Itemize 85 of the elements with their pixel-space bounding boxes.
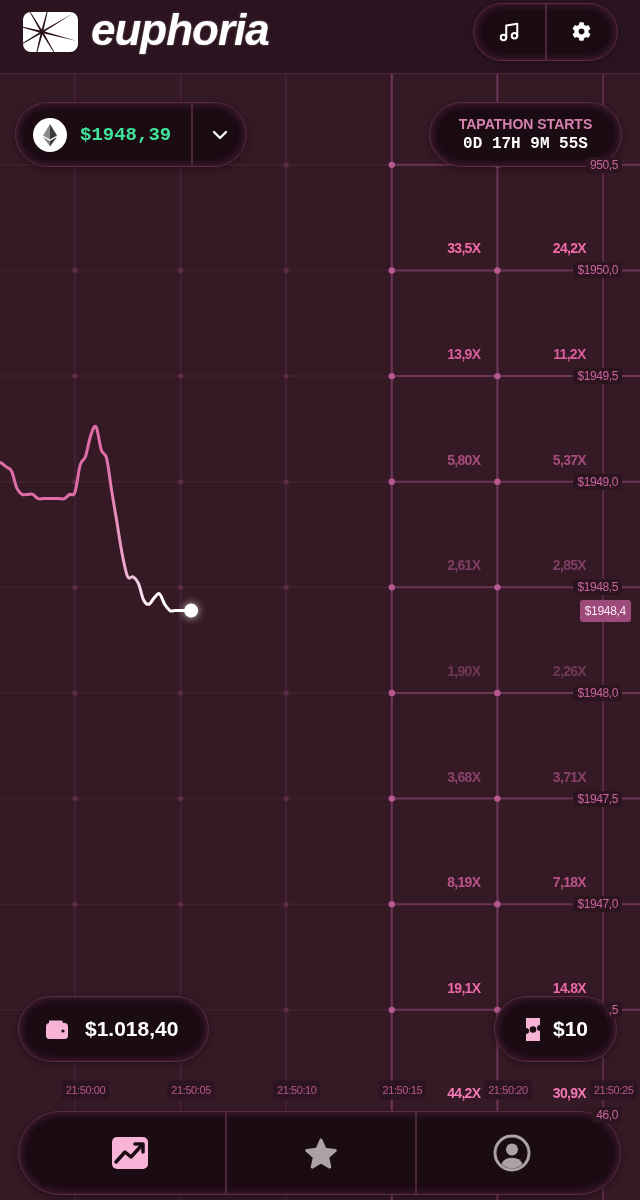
asset-price-button[interactable]: $1948,39	[16, 103, 191, 166]
wallet-button[interactable]: $1.018,40	[18, 996, 209, 1062]
grid-dot	[177, 796, 184, 802]
multiplier-label[interactable]: 8,19X	[447, 874, 481, 891]
grid-dot	[72, 796, 78, 802]
multiplier-label[interactable]: 3,71X	[552, 768, 586, 785]
price-axis-label: $1947,5	[573, 790, 622, 807]
grid-dot	[283, 267, 289, 274]
grid-dot	[283, 690, 289, 696]
price-axis-label: $1949,5	[573, 368, 622, 385]
grid-dot	[388, 795, 395, 802]
price-axis-label: $1949,0	[573, 473, 622, 490]
multiplier-label[interactable]: 3,68X	[447, 768, 481, 785]
grid-dot	[177, 690, 184, 696]
grid-dot	[388, 901, 395, 908]
logo-text: euphoria	[91, 7, 269, 56]
grid-dot	[494, 267, 501, 274]
grid-dot	[388, 372, 395, 380]
grid-dot	[388, 161, 395, 169]
time-axis-label: 21:50:10	[272, 1080, 321, 1100]
grid-dot	[72, 584, 78, 590]
multiplier-label[interactable]: 19,1X	[447, 979, 481, 996]
time-axis-label: 21:50:20	[484, 1080, 532, 1100]
grid-dot	[283, 479, 289, 485]
grid-dot	[494, 901, 501, 908]
grid-dot	[177, 584, 184, 590]
price-axis-label: $1948,5	[573, 579, 622, 596]
grid-dot	[177, 479, 184, 485]
multiplier-label[interactable]: 13,9X	[447, 346, 481, 363]
grid-dot	[72, 267, 78, 274]
price-axis-label: $1947,0	[573, 896, 622, 913]
multiplier-label[interactable]: 24,2X	[552, 240, 586, 257]
multiplier-label[interactable]: 33,5X	[447, 240, 481, 257]
grid-dot	[388, 267, 395, 274]
grid-dot	[283, 373, 289, 379]
grid-dot	[72, 690, 78, 696]
grid-dot	[72, 479, 78, 485]
time-axis-label: 21:50:15	[378, 1080, 427, 1100]
grid-dot	[494, 1006, 501, 1014]
star-icon	[303, 1136, 339, 1170]
countdown-text: 0D 17H 9M 55S	[463, 135, 588, 153]
grid-dot	[494, 372, 501, 380]
grid-dot	[177, 373, 184, 379]
grid-dot	[494, 689, 501, 697]
grid-dot	[494, 478, 501, 485]
grid-dot	[494, 584, 501, 591]
multiplier-label[interactable]: 7,18X	[552, 874, 586, 891]
settings-icon	[572, 22, 592, 41]
user-profile-icon	[493, 1134, 531, 1172]
grid-dot	[388, 584, 395, 591]
tapathon-label: TAPATHON STARTS	[458, 116, 593, 132]
grid-dot	[283, 901, 289, 907]
wallet-icon	[46, 1019, 68, 1039]
grid-dot	[388, 689, 395, 697]
current-price-label: $1948,4	[579, 599, 631, 622]
time-axis-label: 21:50:00	[61, 1080, 110, 1100]
time-axis-label: 21:50:05	[167, 1080, 215, 1100]
ticket-icon	[525, 1016, 541, 1042]
time-axis-label: 21:50:25	[589, 1080, 638, 1100]
price-axis-label: 46,0	[592, 1107, 622, 1124]
multiplier-label[interactable]: 5,37X	[552, 451, 586, 468]
grid-dot	[177, 267, 184, 274]
grid-dot	[283, 1007, 289, 1013]
multiplier-label[interactable]: 14.8X	[552, 979, 586, 996]
multiplier-label[interactable]: 30,9X	[552, 1085, 586, 1102]
logo-icon	[23, 11, 78, 52]
grid-dot	[283, 584, 289, 590]
grid-dot	[283, 796, 289, 802]
price-axis-label: ,5	[604, 1001, 622, 1018]
multiplier-label[interactable]: 44,2X	[447, 1085, 481, 1102]
price-axis-label: $1950,0	[573, 262, 622, 279]
grid-dot	[494, 795, 501, 802]
price-marker	[184, 603, 199, 618]
grid-dot	[388, 1006, 395, 1014]
trend-chart-icon	[112, 1137, 148, 1169]
grid-dot	[72, 373, 78, 379]
multiplier-label[interactable]: 11,2X	[553, 346, 586, 363]
grid-dot	[72, 901, 78, 907]
price-axis-label: $1948,0	[573, 684, 622, 701]
grid-dot	[177, 901, 184, 907]
coin-icon	[33, 117, 67, 152]
grid-dot	[388, 478, 395, 485]
music-note-icon	[498, 20, 521, 43]
grid-dot	[283, 162, 289, 168]
multiplier-label[interactable]: 5,80X	[447, 451, 481, 468]
